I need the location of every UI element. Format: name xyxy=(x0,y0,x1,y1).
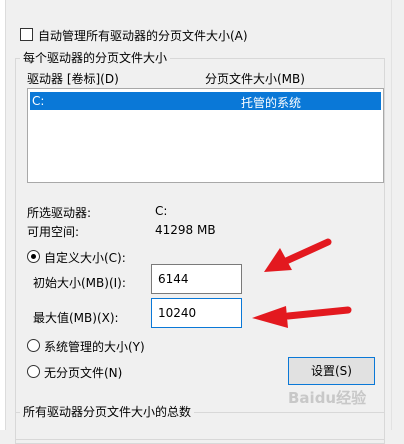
arrow-to-max-size-icon xyxy=(252,306,352,328)
no-paging-radio-row[interactable]: 无分页文件(N) xyxy=(27,364,177,380)
auto-manage-label: 自动管理所有驱动器的分页文件大小(A) xyxy=(38,29,248,43)
column-header-size: 分页文件大小(MB) xyxy=(205,72,305,86)
auto-manage-checkbox[interactable] xyxy=(20,28,33,41)
window-left-edge xyxy=(0,0,6,430)
free-space-label: 可用空间: xyxy=(27,225,80,239)
custom-size-radio-row[interactable]: 自定义大小(C): xyxy=(27,249,177,265)
total-size-group-title: 所有驱动器分页文件大小的总数 xyxy=(20,403,195,420)
no-paging-radio[interactable] xyxy=(27,365,40,378)
drive-list[interactable]: C: 托管的系统 xyxy=(27,88,384,183)
initial-size-input[interactable]: 6144 xyxy=(151,264,242,294)
drive-letter: C: xyxy=(32,94,45,108)
auto-manage-checkbox-row[interactable]: 自动管理所有驱动器的分页文件大小(A) xyxy=(20,26,340,44)
arrow-to-initial-size-icon xyxy=(264,238,332,272)
system-managed-radio-row[interactable]: 系统管理的大小(Y) xyxy=(27,338,207,354)
custom-size-radio[interactable] xyxy=(27,250,40,263)
drive-paging-size: 托管的系统 xyxy=(241,96,302,110)
radio-selected-dot xyxy=(31,254,36,259)
drive-list-row[interactable]: C: 托管的系统 xyxy=(30,92,381,110)
system-managed-radio[interactable] xyxy=(27,339,40,352)
column-header-drive: 驱动器 [卷标](D) xyxy=(27,72,119,86)
paging-file-group-title: 每个驱动器的分页文件大小 xyxy=(20,49,171,66)
no-paging-label: 无分页文件(N) xyxy=(44,366,123,380)
selected-drive-label: 所选驱动器: xyxy=(27,206,92,220)
max-size-input[interactable]: 10240 xyxy=(151,298,242,328)
annotation-arrows xyxy=(252,238,352,328)
watermark-logo: Baidu经验 xyxy=(288,389,367,407)
custom-size-label: 自定义大小(C): xyxy=(44,251,126,265)
initial-size-label: 初始大小(MB)(I): xyxy=(33,276,126,290)
set-button[interactable]: 设置(S) xyxy=(288,357,375,385)
max-size-label: 最大值(MB)(X): xyxy=(33,311,119,325)
system-managed-label: 系统管理的大小(Y) xyxy=(44,340,145,354)
window-right-border xyxy=(391,0,404,430)
selected-drive-value: C: xyxy=(155,204,168,218)
free-space-value: 41298 MB xyxy=(155,223,216,237)
